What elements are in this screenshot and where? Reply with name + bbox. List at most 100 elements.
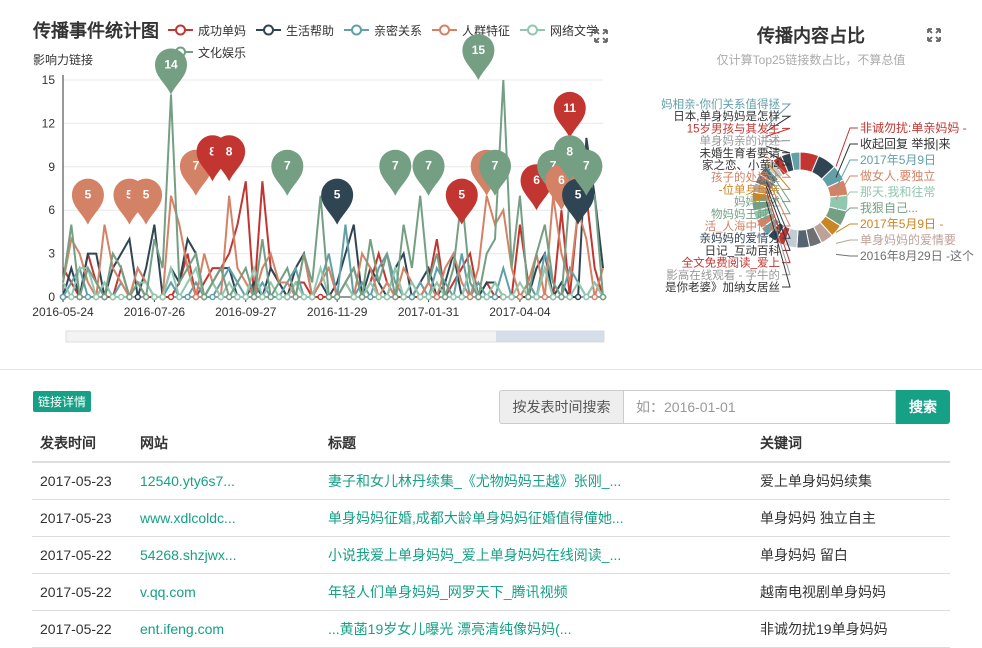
top-panel: 传播事件统计图 影响力链接 成功单妈 生活帮助 亲密关系 人群特征 网络文学 文化娱乐 0…: [0, 0, 982, 370]
cell-title-link[interactable]: 小说我爱上单身妈妈_爱上单身妈妈在线阅读_...: [320, 536, 752, 574]
table-header-row: 发表时间 网站 标题 关键词: [32, 424, 950, 463]
pie-label: 妈相亲-你们关系值得拯: [661, 97, 780, 111]
data-point: [225, 293, 233, 301]
data-point: [200, 293, 208, 301]
pie-label-line: [835, 127, 858, 167]
x-tick-label: 2016-11-29: [307, 305, 368, 319]
data-point: [184, 293, 191, 301]
data-point: [375, 293, 382, 301]
data-point: [250, 293, 258, 301]
x-tick-label: 2016-09-27: [215, 305, 277, 319]
zoom-slider-handle: [496, 331, 604, 342]
data-point: [500, 293, 507, 301]
pie-label: 15岁男孩与其发生: [687, 121, 780, 135]
cell-site-link[interactable]: 12540.yty6s7...: [132, 462, 320, 500]
data-point: [126, 293, 133, 301]
max-marker: 5: [130, 178, 163, 225]
data-point: [558, 293, 565, 301]
details-table: 发表时间 网站 标题 关键词 2017-05-23 12540.yty6s7..…: [32, 424, 950, 648]
pie-label-line: [835, 239, 858, 244]
marker-label: 8: [566, 144, 573, 158]
date-search-input[interactable]: [623, 390, 896, 424]
data-point: [209, 293, 216, 301]
pie-chart: 妈相亲-你们关系值得拯日本,单身妈妈是怎样15岁男孩与其发生单身妈亲的讲述未婚生…: [661, 97, 974, 294]
search-button[interactable]: 搜索: [896, 390, 950, 424]
pie-label: 2017年5月9日: [860, 153, 936, 167]
data-point: [475, 293, 482, 301]
data-point: [350, 293, 358, 301]
data-point: [151, 293, 158, 301]
cell-site-link[interactable]: ent.ifeng.com: [132, 610, 320, 648]
data-point: [76, 293, 83, 301]
x-tick-label: 2017-01-31: [398, 305, 460, 319]
pie-label: 单身妈亲的讲述: [700, 134, 781, 148]
pie-chart-panel: 传播内容占比 仅计算Top25链接数占比，不算总值 妈相亲-你们关系值得拯 日本,…: [640, 0, 982, 370]
cell-site-link[interactable]: v.qq.com: [132, 573, 320, 611]
marker-label: 15: [472, 43, 486, 57]
data-point: [142, 293, 150, 301]
max-marker: 7: [412, 149, 445, 196]
cell-keyword: 单身妈妈 留白: [752, 536, 950, 574]
data-point: [583, 293, 590, 301]
table-row: 2017-05-22 ent.ifeng.com ...黄菡19岁女儿曝光 漂亮…: [32, 610, 950, 648]
marker-label: 8: [226, 144, 233, 158]
table-row: 2017-05-23 12540.yty6s7... 妻子和女儿林丹续集_《尤物…: [32, 462, 950, 500]
max-marker: 7: [271, 149, 304, 196]
marker-label: 6: [533, 173, 540, 187]
data-point: [392, 293, 399, 301]
marker-label: 5: [458, 188, 465, 202]
date-search: 按发表时间搜索 搜索: [499, 390, 950, 424]
marker-label: 14: [164, 57, 178, 71]
details-badge: 链接详情: [33, 391, 92, 412]
data-point: [259, 293, 266, 301]
search-label: 按发表时间搜索: [499, 390, 623, 424]
col-header-keyword: 关键词: [752, 424, 950, 463]
marker-label: 11: [563, 101, 576, 115]
cell-site-link[interactable]: www.xdlcoldc...: [132, 499, 320, 537]
cell-date: 2017-05-23: [32, 462, 132, 500]
data-point: [134, 293, 142, 301]
line-chart-panel: 传播事件统计图 影响力链接 成功单妈 生活帮助 亲密关系 人群特征 网络文学 文化娱乐 0…: [0, 0, 615, 370]
marker-label: 6: [558, 173, 565, 187]
pie-label: 是你老婆》加纳女居丝: [665, 280, 780, 294]
pie-label: 日本,单身妈妈是怎样: [673, 109, 780, 123]
data-point: [217, 293, 225, 301]
pie-label: 收起回复 举报|来: [860, 136, 950, 151]
data-point: [333, 293, 341, 301]
data-point: [59, 293, 67, 301]
table-row: 2017-05-23 www.xdlcoldc... 单身妈妈征婚,成都大龄单身…: [32, 499, 950, 537]
max-marker: 5: [71, 178, 104, 225]
section-divider: [0, 369, 982, 370]
marker-label: 5: [575, 188, 582, 202]
data-point: [292, 293, 299, 301]
marker-label: 5: [143, 188, 150, 202]
max-marker: 5: [445, 178, 478, 225]
cell-title-link[interactable]: 妻子和女儿林丹续集_《尤物妈妈王越》张刚_...: [320, 462, 752, 500]
data-point: [267, 293, 274, 301]
data-point: [92, 293, 100, 301]
data-point: [317, 293, 324, 301]
pie-label: 2016年8月29日 -这个: [860, 248, 974, 263]
marker-label: 7: [425, 159, 432, 173]
marker-pin: [462, 34, 495, 80]
data-point: [242, 293, 250, 301]
pie-label: 日记_互动百科: [705, 243, 781, 257]
max-marker: 14: [155, 48, 187, 95]
data-point: [441, 293, 449, 301]
max-marker: 8: [213, 135, 246, 182]
cell-date: 2017-05-23: [32, 499, 132, 537]
data-point: [599, 293, 607, 301]
cell-title-link[interactable]: 年轻人们单身妈妈_网罗天下_腾讯视频: [320, 573, 752, 611]
pie-label-line: [835, 253, 858, 257]
pie-label: 亲妈妈的爱情分: [700, 231, 781, 245]
data-point: [358, 293, 366, 301]
data-point: [284, 293, 291, 301]
data-point: [383, 293, 391, 301]
cell-keyword: 非诚勿扰19单身妈妈: [752, 610, 950, 648]
cell-site-link[interactable]: 54268.shzjwx...: [132, 536, 320, 574]
pie-label: 活_人海中作品: [705, 219, 780, 233]
data-point: [458, 293, 466, 301]
marker-label: 5: [334, 188, 341, 202]
cell-title-link[interactable]: 单身妈妈征婚,成都大龄单身妈妈征婚值得僮她...: [320, 499, 752, 537]
cell-title-link[interactable]: ...黄菡19岁女儿曝光 漂亮清纯像妈妈(...: [320, 610, 752, 648]
